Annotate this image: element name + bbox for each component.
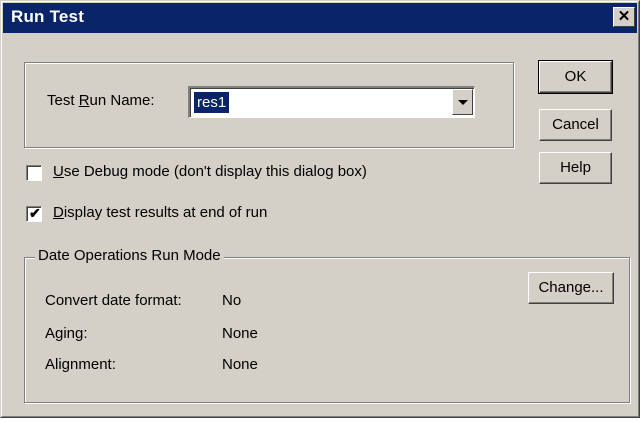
aging-value: None [222, 325, 258, 342]
date-operations-title: Date Operations Run Mode [35, 247, 224, 264]
dialog-title: Run Test [11, 7, 85, 26]
close-button[interactable]: ✕ [613, 7, 635, 27]
title-bar[interactable]: Run Test ✕ [3, 3, 637, 33]
test-run-name-input[interactable]: res1 [194, 92, 230, 113]
debug-mode-label[interactable]: Use Debug mode (don't display this dialo… [53, 163, 367, 180]
dropdown-arrow-button[interactable] [452, 89, 473, 115]
convert-date-format-label: Convert date format: [45, 292, 182, 309]
aging-label: Aging: [45, 325, 88, 342]
alignment-label: Alignment: [45, 356, 116, 373]
help-button[interactable]: Help [539, 152, 612, 184]
change-button[interactable]: Change... [528, 272, 614, 304]
display-results-label[interactable]: Display test results at end of run [53, 204, 267, 221]
ok-button[interactable]: OK [538, 60, 613, 94]
alignment-value: None [222, 356, 258, 373]
run-test-dialog: Run Test ✕ Test Run Name: res1 OK Cancel… [0, 0, 640, 418]
test-run-name-combobox[interactable]: res1 [188, 86, 475, 118]
debug-mode-checkbox[interactable] [26, 165, 42, 181]
test-run-name-label: Test Run Name: [47, 92, 155, 109]
convert-date-format-value: No [222, 292, 242, 309]
checkmark-icon: ✔ [29, 205, 41, 221]
close-icon: ✕ [617, 8, 631, 25]
cancel-button[interactable]: Cancel [539, 109, 612, 141]
display-results-checkbox[interactable]: ✔ [26, 205, 42, 222]
